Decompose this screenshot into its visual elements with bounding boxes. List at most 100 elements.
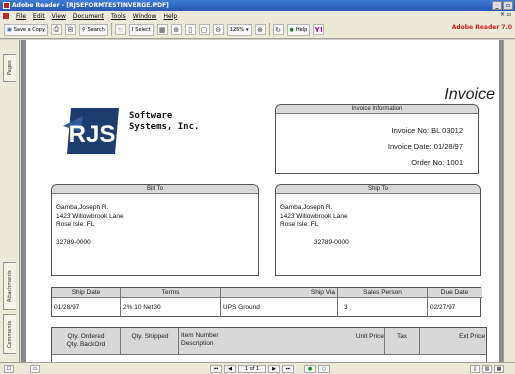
pdf-page: Invoice RJS Software Systems, Inc. Invoi… bbox=[26, 40, 499, 362]
menu-help[interactable]: Help bbox=[163, 13, 177, 20]
continuous-icon[interactable]: ▥ bbox=[482, 365, 492, 373]
separator bbox=[110, 23, 112, 36]
terms-header: Terms bbox=[121, 288, 220, 298]
menu-window[interactable]: Window bbox=[133, 13, 157, 20]
column-divider bbox=[384, 328, 385, 354]
attachments-tab[interactable]: Attachments bbox=[3, 262, 16, 310]
zoom-in-icon[interactable]: ⊕ bbox=[170, 24, 182, 35]
qty-ordered-header: Qty. Ordered Qty. BackOrd bbox=[54, 333, 118, 349]
invoice-date-value: 01/28/97 bbox=[433, 142, 463, 151]
zoom-out-icon[interactable]: ⊖ bbox=[212, 24, 224, 35]
actual-size-icon[interactable]: ▢ bbox=[198, 24, 210, 35]
invoice-title: Invoice bbox=[444, 86, 495, 103]
page-icon[interactable]: ▯ bbox=[184, 24, 196, 35]
bill-to-address: Gamba,Joseph R. 1423 Willowbrook Lane Ro… bbox=[56, 204, 124, 247]
search-button[interactable]: ⚲ Search bbox=[78, 23, 108, 36]
comments-tab[interactable]: Comments bbox=[3, 314, 16, 354]
help-label: Help bbox=[295, 26, 308, 33]
ship-to-address: Gamba,Joseph R. 1423 Willowbrook Lane Ro… bbox=[280, 204, 349, 247]
toolbar: ▣ Save a Copy ⎙ ✉ ⚲ Search ☜ I Select ▦ ⊕ ▯… bbox=[0, 21, 515, 39]
hand-tool-icon[interactable]: ☜ bbox=[114, 24, 126, 35]
select-label: Select bbox=[135, 26, 151, 33]
invoice-number-value: BL 03012 bbox=[431, 126, 463, 135]
invoice-information-header: Invoice Information bbox=[276, 105, 478, 114]
help-icon: ● bbox=[289, 26, 294, 33]
ship-via-header: Ship Via bbox=[221, 288, 337, 298]
first-page-icon[interactable]: ⏮ bbox=[210, 365, 222, 373]
vertical-scrollbar[interactable] bbox=[503, 40, 515, 362]
column-divider bbox=[178, 328, 179, 354]
minimize-button[interactable]: _ bbox=[492, 1, 502, 10]
menu-bar: File Edit View Document Tools Window Hel… bbox=[0, 11, 515, 21]
invoice-information-box: Invoice Information Invoice No: BL 03012… bbox=[275, 104, 479, 174]
unit-price-header: Unit Price bbox=[355, 333, 384, 340]
rotate-icon[interactable]: ↻ bbox=[272, 24, 284, 35]
menu-tools[interactable]: Tools bbox=[111, 13, 126, 20]
single-page-icon[interactable]: ▯ bbox=[470, 365, 480, 373]
ship-zip: 32789-0000 bbox=[314, 238, 349, 246]
bill-to-box: Bill To Gamba,Joseph R. 1423 Willowbrook… bbox=[51, 184, 259, 276]
text-cursor-icon: I bbox=[131, 26, 134, 33]
last-page-icon[interactable]: ⏭ bbox=[282, 365, 294, 373]
company-name-line2: Systems, Inc. bbox=[129, 122, 200, 132]
save-copy-button[interactable]: ▣ Save a Copy bbox=[4, 23, 48, 36]
search-label: Search bbox=[87, 26, 105, 33]
ship-city: Rose Isle, FL bbox=[280, 221, 319, 228]
layout-icon[interactable]: ▭ bbox=[30, 365, 40, 373]
adobe-reader-brand: Adobe Reader 7.0 bbox=[451, 24, 512, 31]
zoom-plus-icon[interactable]: ⊕ bbox=[254, 24, 266, 35]
facing-pages-icon[interactable]: ▦ bbox=[494, 365, 504, 373]
navigation-panel: Pages Attachments Comments bbox=[0, 40, 20, 362]
ship-date-header: Ship Date bbox=[52, 288, 120, 298]
company-name-line1: Software bbox=[129, 111, 173, 121]
adobe-reader-app-icon bbox=[3, 2, 10, 9]
ext-price-header: Ext Price bbox=[458, 333, 485, 340]
menu-file[interactable]: File bbox=[16, 13, 26, 20]
line-items-table: Qty. Ordered Qty. BackOrd Qty. Shipped I… bbox=[51, 327, 487, 362]
forward-icon[interactable]: ○ bbox=[318, 365, 330, 373]
help-button[interactable]: ● Help bbox=[286, 23, 311, 36]
separator bbox=[268, 23, 270, 36]
zoom-level-select[interactable]: 125% ▾ bbox=[226, 23, 252, 36]
invoice-number-label: Invoice No: bbox=[391, 126, 430, 135]
menu-view[interactable]: View bbox=[52, 13, 66, 20]
ship-street: 1423 Willowbrook Lane bbox=[280, 212, 348, 220]
binoculars-icon: ⚲ bbox=[81, 26, 86, 33]
status-bar: ☐ ▭ ⏮ ◀ 1 of 1 ▶ ⏭ ● ○ ▯ ▥ ▦ bbox=[0, 362, 515, 374]
qty-backord-label: Qty. BackOrd bbox=[66, 341, 106, 348]
document-menu-icon[interactable] bbox=[3, 13, 9, 19]
qty-shipped-header: Qty. Shipped bbox=[131, 333, 169, 340]
previous-page-icon[interactable]: ◀ bbox=[224, 365, 236, 373]
due-date-header: Due Date bbox=[428, 288, 481, 298]
select-button[interactable]: I Select bbox=[128, 23, 154, 36]
snapshot-icon[interactable]: ▦ bbox=[156, 24, 168, 35]
document-close-icon[interactable]: × ▫ bbox=[500, 11, 511, 18]
ship-via-value: UPS Ground bbox=[223, 304, 260, 311]
page-number-field[interactable]: 1 of 1 bbox=[238, 365, 266, 373]
save-icon: ▣ bbox=[7, 26, 12, 33]
restore-button[interactable]: ▫ bbox=[503, 1, 513, 10]
print-icon[interactable]: ⎙ bbox=[50, 24, 62, 35]
window-title: Adobe Reader - [RJSEFORMTESTINVERGE.PDF] bbox=[12, 2, 169, 9]
logo-text: RJS bbox=[69, 121, 116, 148]
menu-document[interactable]: Document bbox=[73, 13, 104, 20]
email-icon[interactable]: ✉ bbox=[64, 24, 76, 35]
ship-date-value: 01/28/97 bbox=[54, 304, 80, 311]
next-page-icon[interactable]: ▶ bbox=[268, 365, 280, 373]
back-icon[interactable]: ● bbox=[304, 365, 316, 373]
pages-tab[interactable]: Pages bbox=[3, 54, 16, 82]
shipping-details-table: Ship Date Terms Ship Via Sales Person Du… bbox=[51, 287, 482, 317]
tax-header: Tax bbox=[396, 333, 408, 340]
ship-to-header: Ship To bbox=[276, 185, 480, 194]
rjs-logo-icon: RJS bbox=[63, 108, 119, 154]
menu-edit[interactable]: Edit bbox=[33, 13, 45, 20]
invoice-number-row: Invoice No: BL 03012 bbox=[392, 126, 463, 135]
document-area[interactable]: Invoice RJS Software Systems, Inc. Invoi… bbox=[21, 40, 503, 362]
line-items-body bbox=[52, 354, 486, 362]
yahoo-icon[interactable]: Y! bbox=[313, 24, 325, 35]
bill-to-header: Bill To bbox=[52, 185, 258, 194]
window-title-bar[interactable]: Adobe Reader - [RJSEFORMTESTINVERGE.PDF]… bbox=[0, 0, 515, 11]
hand-icon[interactable]: ☐ bbox=[4, 365, 14, 373]
qty-ordered-label: Qty. Ordered bbox=[67, 333, 105, 340]
terms-value: 2% 10 Net30 bbox=[123, 304, 161, 311]
